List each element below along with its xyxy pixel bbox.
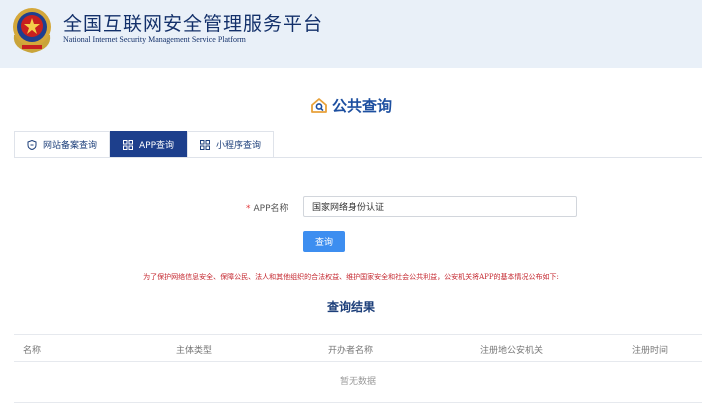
tab-app[interactable]: APP查询 — [110, 131, 188, 157]
site-header: 全国互联网安全管理服务平台 National Internet Security… — [0, 0, 702, 68]
page-title: 公共查询 — [0, 95, 702, 116]
app-name-label: * APP名称 — [246, 201, 289, 214]
app-name-label-text: APP名称 — [253, 204, 289, 214]
column-header-entity-type: 主体类型 — [176, 346, 213, 356]
site-subtitle: National Internet Security Management Se… — [63, 35, 246, 44]
tab-website-filing[interactable]: 网站备案查询 — [14, 131, 111, 157]
results-table: 名称 主体类型 开办者名称 注册地公安机关 注册时间 暂无数据 — [14, 334, 702, 403]
column-header-name: 名称 — [23, 346, 42, 356]
results-title: 查询结果 — [326, 300, 375, 314]
tabs-divider — [14, 157, 702, 158]
grid-icon — [123, 139, 134, 150]
tab-mini-program[interactable]: 小程序查询 — [187, 131, 275, 157]
house-search-icon — [311, 98, 327, 113]
required-mark: * — [246, 204, 251, 214]
query-tabs: 网站备案查询 APP查询 小程序查询 — [14, 131, 275, 157]
tab-label: APP查询 — [139, 141, 175, 151]
column-header-reg-time: 注册时间 — [632, 346, 669, 356]
site-title: 全国互联网安全管理服务平台 — [63, 13, 324, 35]
notice-text: 为了保护网络信息安全、保障公民、法人和其他组织的合法权益、维护国家安全和社会公共… — [143, 273, 559, 281]
table-header: 名称 主体类型 开办者名称 注册地公安机关 注册时间 — [14, 334, 702, 362]
tab-label: 网站备案查询 — [43, 141, 98, 151]
shield-icon — [27, 139, 37, 150]
query-button[interactable]: 查询 — [303, 231, 345, 252]
column-header-operator: 开办者名称 — [328, 346, 374, 356]
app-name-input[interactable] — [303, 196, 577, 217]
column-header-police: 注册地公安机关 — [480, 346, 544, 356]
page-title-text: 公共查询 — [331, 97, 392, 115]
empty-row: 暂无数据 — [14, 362, 702, 403]
police-emblem-icon — [13, 8, 51, 53]
grid-icon — [200, 139, 211, 150]
tab-label: 小程序查询 — [216, 141, 262, 151]
